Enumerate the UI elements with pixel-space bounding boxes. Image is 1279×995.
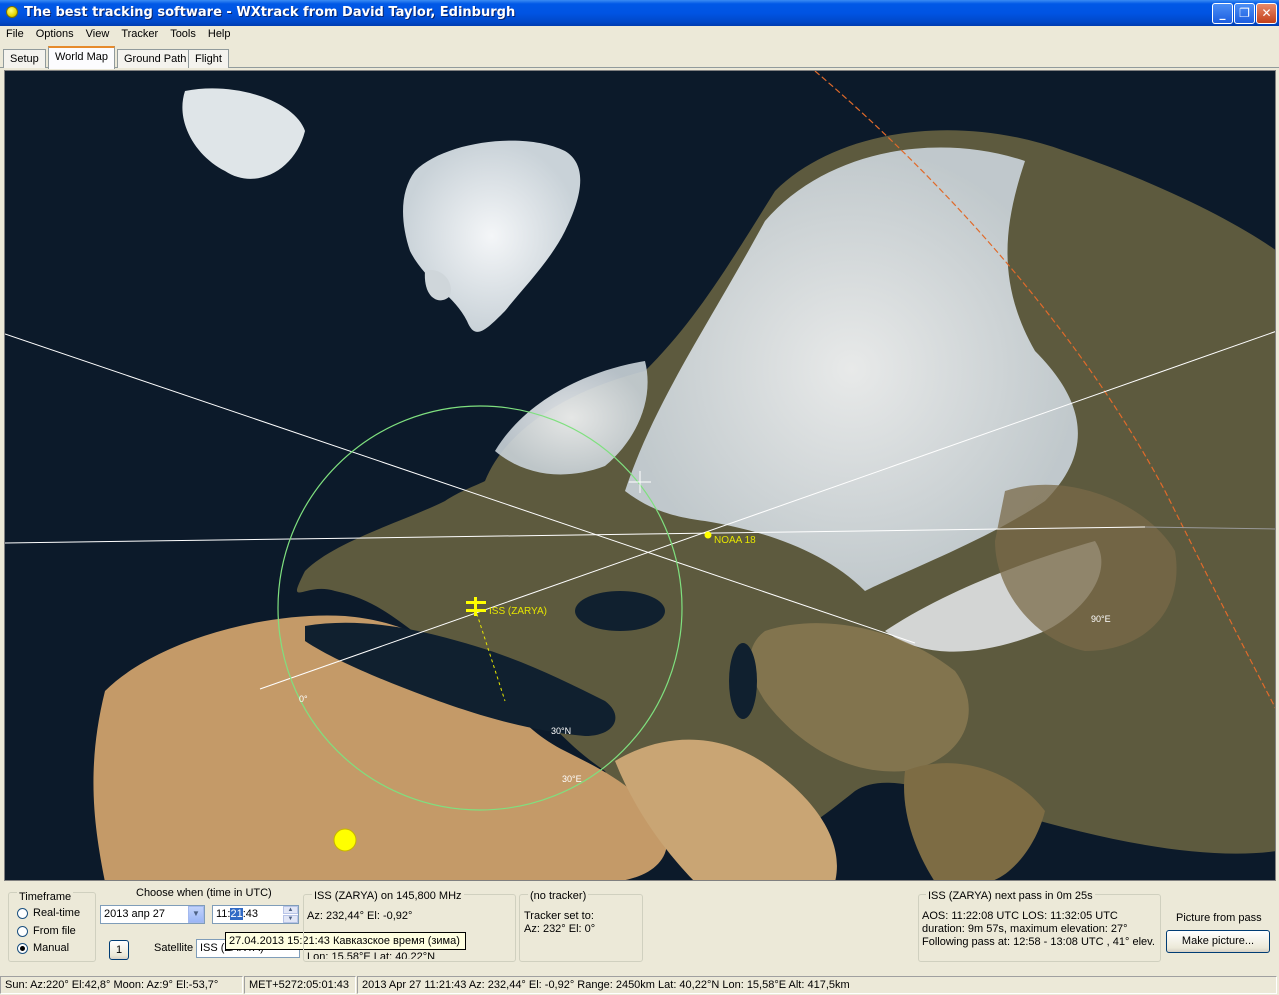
- time-minute-selected: 21: [230, 908, 243, 920]
- radio-manual-label[interactable]: Manual: [33, 942, 69, 954]
- iss-label: ISS (ZARYA): [489, 606, 547, 617]
- map-canvas: ISS (ZARYA) NOAA 18 0° 30°N 30°E 90°E: [5, 71, 1275, 880]
- status-position: 2013 Apr 27 11:21:43 Az: 232,44° El: -0,…: [357, 976, 1277, 994]
- make-picture-button[interactable]: Make picture...: [1166, 930, 1270, 953]
- menu-view[interactable]: View: [80, 26, 116, 40]
- grid-label-90e: 90°E: [1091, 614, 1111, 624]
- menu-file[interactable]: File: [0, 26, 30, 40]
- next-pass-following: Following pass at: 12:58 - 13:08 UTC , 4…: [922, 936, 1155, 948]
- satellite-label: Satellite: [154, 942, 194, 954]
- menu-options[interactable]: Options: [30, 26, 80, 40]
- radio-from-file[interactable]: [17, 926, 28, 937]
- menu-bar: File Options View Tracker Tools Help: [0, 26, 1279, 45]
- tracker-azel: Az: 232° El: 0°: [524, 923, 596, 935]
- black-sea: [575, 591, 665, 631]
- tab-world-map[interactable]: World Map: [48, 46, 115, 69]
- tab-strip: Setup World Map Ground Path Flight: [0, 46, 1279, 69]
- next-pass-duration: duration: 9m 57s, maximum elevation: 27°: [922, 923, 1128, 935]
- choose-when-label: Choose when (time in UTC): [136, 887, 272, 899]
- noaa18-label: NOAA 18: [714, 535, 756, 546]
- date-value: 2013 апр 27: [104, 908, 166, 920]
- time-spin-down[interactable]: ▼: [283, 915, 298, 923]
- grid-label-30e: 30°E: [562, 774, 582, 784]
- minimize-button[interactable]: _: [1212, 3, 1233, 24]
- status-met: MET+5272:05:01:43: [244, 976, 356, 994]
- radio-from-file-label[interactable]: From file: [33, 925, 76, 937]
- sun-icon: [333, 828, 357, 852]
- step-button[interactable]: 1: [109, 940, 129, 960]
- radio-manual[interactable]: [17, 943, 28, 954]
- tracker-legend: (no tracker): [528, 890, 589, 902]
- radio-real-time-label[interactable]: Real-time: [33, 907, 80, 919]
- tab-setup[interactable]: Setup: [3, 49, 46, 68]
- radio-real-time[interactable]: [17, 908, 28, 919]
- menu-tracker[interactable]: Tracker: [115, 26, 164, 40]
- timeframe-legend: Timeframe: [17, 891, 74, 903]
- sat-info-lonlat: Lon: 15,58°E Lat: 40,22°N: [307, 951, 436, 959]
- close-button[interactable]: ✕: [1256, 3, 1277, 24]
- sat-info-azel: Az: 232,44° El: -0,92°: [307, 910, 413, 922]
- caspian-sea: [729, 643, 757, 719]
- window-title: The best tracking software - WXtrack fro…: [24, 5, 516, 20]
- grid-label-0: 0°: [299, 694, 308, 704]
- noaa18-marker[interactable]: [704, 531, 712, 539]
- next-pass-legend: ISS (ZARYA) next pass in 0m 25s: [926, 890, 1095, 902]
- time-spin-up[interactable]: ▲: [283, 906, 298, 914]
- tab-ground-path[interactable]: Ground Path: [117, 49, 194, 68]
- title-bar: The best tracking software - WXtrack fro…: [0, 0, 1279, 26]
- date-dropdown-button[interactable]: ▼: [188, 906, 204, 923]
- sat-info-legend: ISS (ZARYA) on 145,800 MHz: [312, 890, 464, 902]
- world-map[interactable]: ISS (ZARYA) NOAA 18 0° 30°N 30°E 90°E: [4, 70, 1276, 881]
- grid-label-30n: 30°N: [551, 726, 571, 736]
- maximize-button[interactable]: ❐: [1234, 3, 1255, 24]
- picture-label: Picture from pass: [1176, 912, 1262, 924]
- status-sun-moon: Sun: Az:220° El:42,8° Moon: Az:9° El:-53…: [0, 976, 243, 994]
- app-icon: [6, 6, 18, 18]
- next-pass-aos-los: AOS: 11:22:08 UTC LOS: 11:32:05 UTC: [922, 910, 1118, 922]
- tracker-set-label: Tracker set to:: [524, 910, 594, 922]
- menu-tools[interactable]: Tools: [164, 26, 202, 40]
- tab-flight[interactable]: Flight: [188, 49, 229, 68]
- time-second: :43: [242, 908, 259, 920]
- menu-help[interactable]: Help: [202, 26, 237, 40]
- time-hour: 11:: [216, 908, 231, 920]
- status-bar: Sun: Az:220° El:42,8° Moon: Az:9° El:-53…: [0, 975, 1279, 995]
